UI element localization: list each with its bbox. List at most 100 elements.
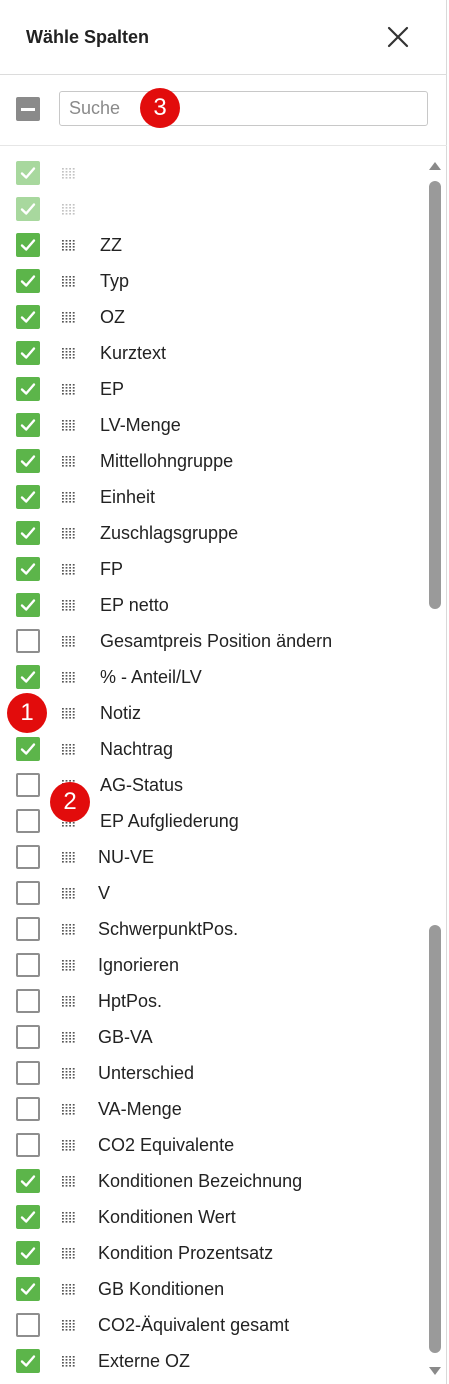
column-row[interactable]: CO2-Äquivalent gesamt <box>0 1307 425 1343</box>
drag-handle-icon[interactable] <box>62 599 76 611</box>
drag-handle-icon[interactable] <box>62 743 76 755</box>
drag-handle-icon[interactable] <box>62 1067 76 1079</box>
select-all-checkbox[interactable] <box>16 97 40 121</box>
column-row[interactable]: V <box>0 875 425 911</box>
drag-handle-icon[interactable] <box>62 239 76 251</box>
column-checkbox[interactable] <box>16 1169 40 1193</box>
column-checkbox[interactable] <box>16 557 40 581</box>
column-row[interactable]: Typ <box>0 263 425 299</box>
drag-handle-icon[interactable] <box>62 311 76 323</box>
drag-handle-icon[interactable] <box>62 383 76 395</box>
column-row[interactable]: Nachtrag <box>0 731 425 767</box>
column-row[interactable]: LV-Menge <box>0 407 425 443</box>
column-row[interactable]: % - Anteil/LV <box>0 659 425 695</box>
column-row[interactable]: CO2 Equivalente <box>0 1127 425 1163</box>
column-row[interactable]: OZ <box>0 299 425 335</box>
column-row[interactable]: Zuschlagsgruppe <box>0 515 425 551</box>
column-row[interactable]: Konditionen Wert <box>0 1199 425 1235</box>
column-checkbox[interactable] <box>16 1349 40 1373</box>
drag-handle-icon[interactable] <box>62 995 76 1007</box>
column-checkbox[interactable] <box>16 197 40 221</box>
column-row[interactable]: Unterschied <box>0 1055 425 1091</box>
column-checkbox[interactable] <box>16 377 40 401</box>
column-row[interactable]: VA-Menge <box>0 1091 425 1127</box>
column-checkbox[interactable] <box>16 989 40 1013</box>
column-checkbox[interactable] <box>16 1241 40 1265</box>
drag-handle-icon[interactable] <box>62 1355 76 1367</box>
column-row[interactable]: GB Konditionen <box>0 1271 425 1307</box>
drag-handle-icon[interactable] <box>62 203 76 215</box>
column-checkbox[interactable] <box>16 1133 40 1157</box>
column-row[interactable]: ZZ <box>0 227 425 263</box>
column-row[interactable]: Externe OZ <box>0 1343 425 1379</box>
scrollbar-thumb-lower[interactable] <box>429 925 441 1353</box>
drag-handle-icon[interactable] <box>62 635 76 647</box>
column-row[interactable]: FP <box>0 551 425 587</box>
column-row[interactable]: SchwerpunktPos. <box>0 911 425 947</box>
column-row[interactable]: Gesamtpreis Position ändern <box>0 623 425 659</box>
column-row[interactable]: EP netto <box>0 587 425 623</box>
column-checkbox[interactable] <box>16 305 40 329</box>
search-input[interactable] <box>59 91 428 126</box>
column-row[interactable]: Konditionen Bezeichnung <box>0 1163 425 1199</box>
column-checkbox[interactable] <box>16 1205 40 1229</box>
column-checkbox[interactable] <box>16 1061 40 1085</box>
drag-handle-icon[interactable] <box>62 1211 76 1223</box>
drag-handle-icon[interactable] <box>62 167 76 179</box>
column-row[interactable] <box>0 191 425 227</box>
column-checkbox[interactable] <box>16 953 40 977</box>
column-checkbox[interactable] <box>16 593 40 617</box>
column-checkbox[interactable] <box>16 449 40 473</box>
scroll-down-arrow-icon[interactable] <box>428 1363 442 1375</box>
column-checkbox[interactable] <box>16 485 40 509</box>
drag-handle-icon[interactable] <box>62 347 76 359</box>
drag-handle-icon[interactable] <box>62 1247 76 1259</box>
column-checkbox[interactable] <box>16 845 40 869</box>
drag-handle-icon[interactable] <box>62 887 76 899</box>
column-checkbox[interactable] <box>16 233 40 257</box>
column-row[interactable] <box>0 155 425 191</box>
column-checkbox[interactable] <box>16 1097 40 1121</box>
drag-handle-icon[interactable] <box>62 455 76 467</box>
close-icon[interactable] <box>386 25 410 49</box>
drag-handle-icon[interactable] <box>62 1031 76 1043</box>
column-row[interactable]: HptPos. <box>0 983 425 1019</box>
column-checkbox[interactable] <box>16 413 40 437</box>
column-row[interactable]: NU-VE <box>0 839 425 875</box>
column-checkbox[interactable] <box>16 1313 40 1337</box>
scrollbar-thumb[interactable] <box>429 181 441 609</box>
column-checkbox[interactable] <box>16 521 40 545</box>
column-checkbox[interactable] <box>16 1025 40 1049</box>
column-checkbox[interactable] <box>16 629 40 653</box>
drag-handle-icon[interactable] <box>62 707 76 719</box>
column-row[interactable]: GB-VA <box>0 1019 425 1055</box>
column-checkbox[interactable] <box>16 917 40 941</box>
column-row[interactable]: Ignorieren <box>0 947 425 983</box>
column-checkbox[interactable] <box>16 773 40 797</box>
column-row[interactable]: Kurztext <box>0 335 425 371</box>
drag-handle-icon[interactable] <box>62 1103 76 1115</box>
drag-handle-icon[interactable] <box>62 527 76 539</box>
column-row[interactable]: EP <box>0 371 425 407</box>
column-checkbox[interactable] <box>16 341 40 365</box>
drag-handle-icon[interactable] <box>62 1175 76 1187</box>
column-checkbox[interactable] <box>16 881 40 905</box>
column-checkbox[interactable] <box>16 665 40 689</box>
drag-handle-icon[interactable] <box>62 671 76 683</box>
column-checkbox[interactable] <box>16 161 40 185</box>
column-row[interactable]: Einheit <box>0 479 425 515</box>
drag-handle-icon[interactable] <box>62 491 76 503</box>
drag-handle-icon[interactable] <box>62 275 76 287</box>
drag-handle-icon[interactable] <box>62 851 76 863</box>
drag-handle-icon[interactable] <box>62 1283 76 1295</box>
column-row[interactable]: Mittellohngruppe <box>0 443 425 479</box>
column-checkbox[interactable] <box>16 737 40 761</box>
drag-handle-icon[interactable] <box>62 959 76 971</box>
drag-handle-icon[interactable] <box>62 1139 76 1151</box>
drag-handle-icon[interactable] <box>62 1319 76 1331</box>
column-checkbox[interactable] <box>16 269 40 293</box>
column-checkbox[interactable] <box>16 1277 40 1301</box>
column-row[interactable]: Kondition Prozentsatz <box>0 1235 425 1271</box>
scroll-up-arrow-icon[interactable] <box>428 158 442 170</box>
drag-handle-icon[interactable] <box>62 563 76 575</box>
